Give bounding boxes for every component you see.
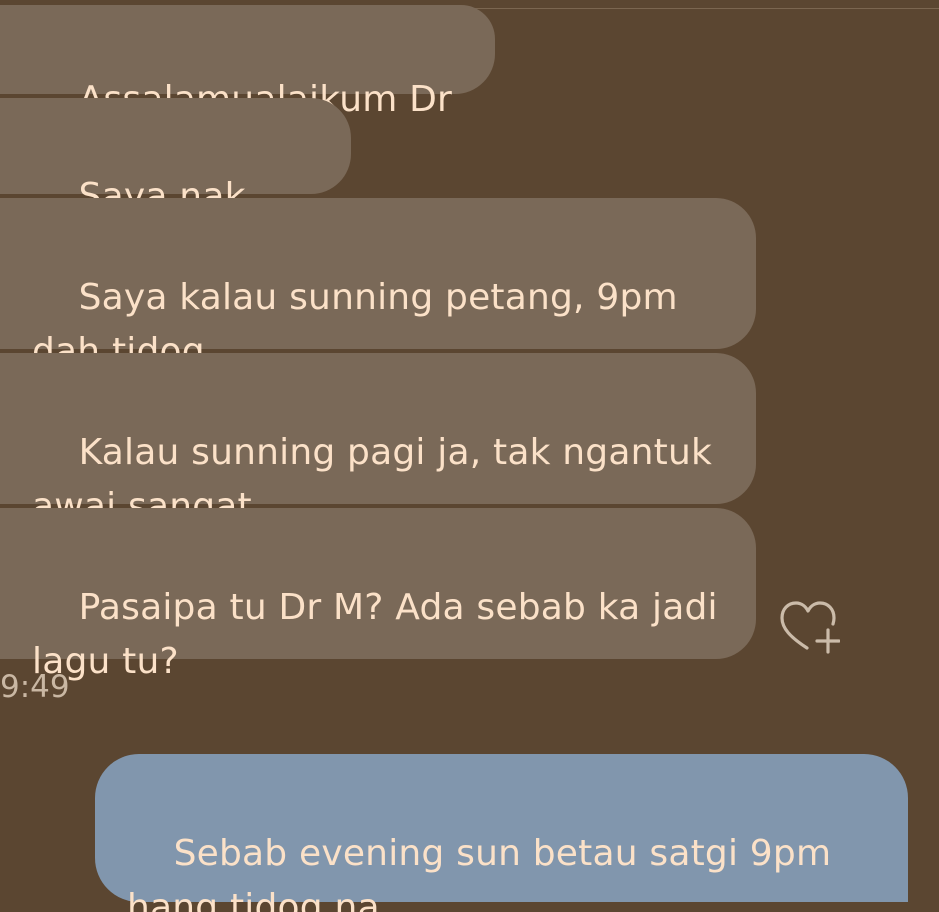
message-bubble-outgoing[interactable]: Sebab evening sun betau satgi 9pm hang t… xyxy=(95,754,908,912)
message-text: Pasaipa tu Dr M? Ada sebab ka jadi lagu … xyxy=(32,587,718,682)
message-text: Sebab evening sun betau satgi 9pm hang t… xyxy=(127,833,832,912)
heart-plus-icon-graphic xyxy=(780,601,841,654)
message-bubble[interactable]: Assalamualaikum Dr M xyxy=(0,5,495,174)
message-bubble[interactable]: Saya nak tanya xyxy=(0,98,351,271)
heart-plus-icon[interactable] xyxy=(780,600,841,656)
message-bubble[interactable]: Saya kalau sunning petang, 9pm dah tidoq xyxy=(0,198,756,372)
message-timestamp: 9:49 xyxy=(0,669,70,705)
chat-screen: Assalamualaikum Dr M Saya nak tanya Saya… xyxy=(0,0,939,912)
message-bubble[interactable]: Kalau sunning pagi ja, tak ngantuk awai … xyxy=(0,353,756,527)
message-bubble[interactable]: Pasaipa tu Dr M? Ada sebab ka jadi lagu … xyxy=(0,508,756,682)
